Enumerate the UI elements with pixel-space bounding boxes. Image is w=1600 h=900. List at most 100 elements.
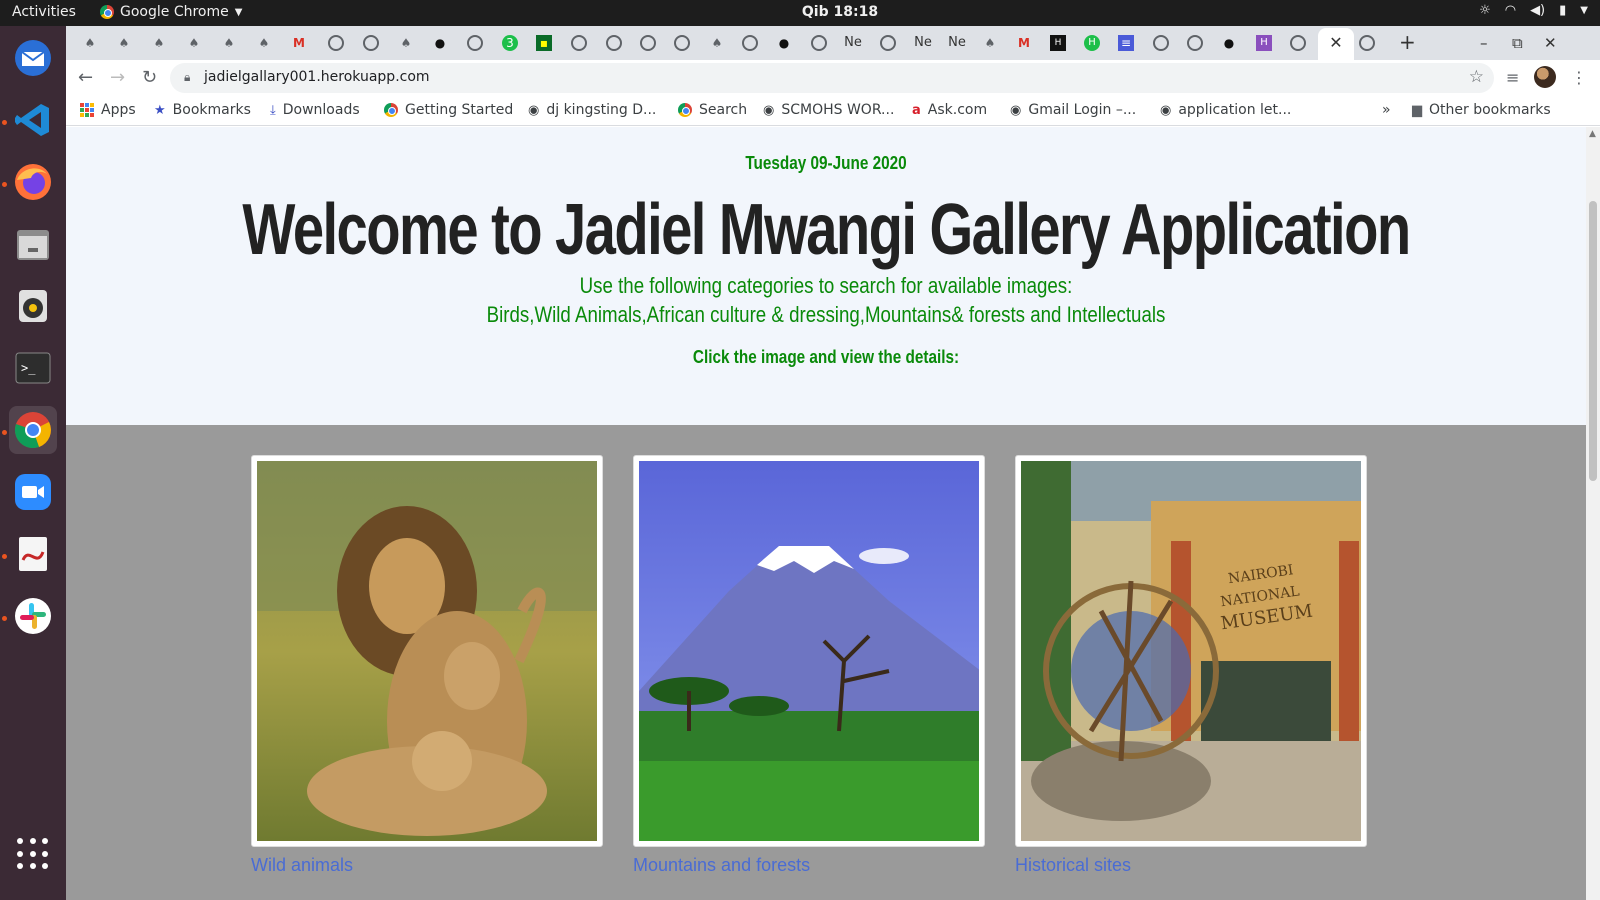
clock[interactable]: Qib 18:18 bbox=[760, 4, 920, 20]
mountain-image[interactable] bbox=[639, 461, 979, 841]
tab-favicon-gmail-icon[interactable]: M bbox=[291, 35, 307, 51]
more-menu-icon[interactable]: ⋮ bbox=[1571, 68, 1587, 87]
star-icon: ★ bbox=[154, 102, 166, 118]
tab-favicon-palm-icon[interactable]: ♠ bbox=[151, 35, 167, 51]
slack-icon[interactable] bbox=[9, 592, 57, 640]
category-link-wild-animals[interactable]: Wild animals bbox=[251, 855, 353, 876]
bookmark-item[interactable]: ◉ Gmail Login –... bbox=[1010, 102, 1136, 118]
tab-favicon-globe-icon[interactable] bbox=[1153, 35, 1169, 51]
tab-favicon-globe-icon[interactable] bbox=[606, 35, 622, 51]
weather-icon[interactable]: ☼ bbox=[1479, 3, 1491, 18]
tab-favicon-globe-icon[interactable] bbox=[571, 35, 587, 51]
tab-favicon-github-icon[interactable]: ● bbox=[1221, 35, 1237, 51]
lock-icon[interactable]: 🔒︎ bbox=[184, 70, 190, 85]
media-control-icon[interactable]: ≡ bbox=[1506, 68, 1519, 87]
tab-favicon-globe-icon[interactable] bbox=[640, 35, 656, 51]
museum-image[interactable]: NAIROBI NATIONAL MUSEUM bbox=[1021, 461, 1361, 841]
thunderbird-icon[interactable] bbox=[9, 34, 57, 82]
active-tab-close-button[interactable]: ✕ bbox=[1318, 28, 1354, 60]
apps-grid-icon bbox=[80, 103, 94, 117]
rhythmbox-icon[interactable] bbox=[9, 282, 57, 330]
tab-favicon-app-icon[interactable]: H bbox=[1050, 35, 1066, 51]
bookmark-star-icon[interactable]: ☆ bbox=[1469, 67, 1484, 87]
other-bookmarks[interactable]: ▆ Other bookmarks bbox=[1412, 102, 1551, 118]
category-link-historical-sites[interactable]: Historical sites bbox=[1015, 855, 1131, 876]
bookmark-apps[interactable]: Apps bbox=[80, 102, 136, 118]
tab-favicon-globe-icon[interactable] bbox=[1359, 35, 1375, 51]
back-arrow-icon[interactable]: ← bbox=[78, 67, 93, 88]
page-scrollbar[interactable]: ▲ bbox=[1586, 127, 1600, 900]
tab-favicon-palm-icon[interactable]: ♠ bbox=[116, 35, 132, 51]
gallery-card-historical-sites[interactable]: NAIROBI NATIONAL MUSEUM bbox=[1015, 455, 1367, 847]
scroll-up-icon[interactable]: ▲ bbox=[1589, 129, 1596, 139]
bookmarks-overflow-button[interactable]: » bbox=[1382, 102, 1391, 118]
bookmark-label: Apps bbox=[101, 102, 136, 118]
volume-icon: ◀) bbox=[1530, 3, 1546, 18]
tab-favicon-globe-icon[interactable] bbox=[742, 35, 758, 51]
vscode-icon[interactable] bbox=[9, 96, 57, 144]
new-tab-button[interactable]: + bbox=[1399, 30, 1416, 54]
gallery-card-wild-animals[interactable] bbox=[251, 455, 603, 847]
tab-favicon-app-icon[interactable]: ▪ bbox=[536, 35, 552, 51]
tab-favicon-gmail-icon[interactable]: M bbox=[1016, 35, 1032, 51]
close-window-button[interactable]: ✕ bbox=[1544, 34, 1557, 52]
bookmark-item[interactable]: ★ Bookmarks bbox=[154, 102, 251, 118]
chrome-dock-icon[interactable] bbox=[9, 406, 57, 454]
activities-button[interactable]: Activities bbox=[12, 4, 76, 20]
tab-favicon-globe-icon[interactable] bbox=[880, 35, 896, 51]
tab-favicon-palm-icon[interactable]: ♠ bbox=[398, 35, 414, 51]
tab-favicon-globe-icon[interactable] bbox=[467, 35, 483, 51]
bookmark-item[interactable]: Search bbox=[678, 102, 747, 118]
bookmark-item[interactable]: ◉ dj kingsting D... bbox=[528, 102, 656, 118]
tab-favicon-palm-icon[interactable]: ♠ bbox=[186, 35, 202, 51]
bookmark-label: Bookmarks bbox=[172, 102, 251, 118]
bookmark-item[interactable]: ◉ application let... bbox=[1160, 102, 1291, 118]
tab-favicon-globe-icon[interactable] bbox=[811, 35, 827, 51]
tab-title-text[interactable]: Ne bbox=[912, 35, 934, 51]
bookmark-item[interactable]: ⤓ Downloads bbox=[270, 102, 360, 118]
files-icon[interactable] bbox=[9, 220, 57, 268]
address-bar-url[interactable]: jadielgallary001.herokuapp.com bbox=[204, 69, 430, 85]
system-tray[interactable]: ☼ ◠ ◀) ▮ ▼ bbox=[1479, 3, 1588, 18]
avatar[interactable] bbox=[1534, 66, 1556, 88]
zoom-icon[interactable] bbox=[9, 468, 57, 516]
tab-favicon-docs-icon[interactable]: ≡ bbox=[1118, 35, 1134, 51]
scrollbar-thumb[interactable] bbox=[1589, 201, 1597, 481]
tab-favicon-github-icon[interactable]: ● bbox=[776, 35, 792, 51]
firefox-icon[interactable] bbox=[9, 158, 57, 206]
wifi-icon: ◠ bbox=[1504, 3, 1517, 18]
tab-favicon-app-icon[interactable]: H bbox=[1256, 35, 1272, 51]
document-viewer-icon[interactable] bbox=[9, 530, 57, 578]
tab-favicon-app-icon[interactable]: H bbox=[1084, 35, 1100, 51]
tab-favicon-globe-icon[interactable] bbox=[328, 35, 344, 51]
tab-favicon-badge-icon[interactable]: 3 bbox=[502, 35, 518, 51]
tab-title-text[interactable]: Ne bbox=[842, 35, 864, 51]
address-bar[interactable]: 🔒︎ jadielgallary001.herokuapp.com ☆ bbox=[170, 63, 1494, 93]
bookmark-label: Gmail Login –... bbox=[1028, 102, 1137, 118]
tab-favicon-palm-icon[interactable]: ♠ bbox=[221, 35, 237, 51]
tab-favicon-globe-icon[interactable] bbox=[1290, 35, 1306, 51]
bookmark-item[interactable]: Getting Started bbox=[384, 102, 513, 118]
app-menu[interactable]: Google Chrome ▼ bbox=[100, 4, 242, 20]
tab-favicon-palm-icon[interactable]: ♠ bbox=[82, 35, 98, 51]
forward-arrow-icon[interactable]: → bbox=[110, 67, 125, 88]
tab-title-text[interactable]: Ne bbox=[946, 35, 968, 51]
reload-icon[interactable]: ↻ bbox=[142, 67, 157, 88]
tab-favicon-palm-icon[interactable]: ♠ bbox=[709, 35, 725, 51]
bookmark-item[interactable]: a Ask.com bbox=[912, 102, 987, 118]
tab-favicon-globe-icon[interactable] bbox=[363, 35, 379, 51]
tab-favicon-globe-icon[interactable] bbox=[674, 35, 690, 51]
category-link-mountains-forests[interactable]: Mountains and forests bbox=[633, 855, 810, 876]
tab-favicon-globe-icon[interactable] bbox=[1187, 35, 1203, 51]
show-applications-icon[interactable] bbox=[17, 838, 49, 870]
tab-favicon-palm-icon[interactable]: ♠ bbox=[256, 35, 272, 51]
tab-favicon-github-icon[interactable]: ● bbox=[432, 35, 448, 51]
bookmark-item[interactable]: ◉ SCMOHS WOR... bbox=[763, 102, 894, 118]
gallery-card-mountains[interactable] bbox=[633, 455, 985, 847]
download-icon: ⤓ bbox=[270, 102, 276, 118]
minimize-button[interactable]: – bbox=[1480, 34, 1488, 52]
terminal-icon[interactable]: >_ bbox=[9, 344, 57, 392]
tab-favicon-palm-icon[interactable]: ♠ bbox=[982, 35, 998, 51]
restore-button[interactable]: ⧉ bbox=[1512, 34, 1523, 52]
lion-image[interactable] bbox=[257, 461, 597, 841]
